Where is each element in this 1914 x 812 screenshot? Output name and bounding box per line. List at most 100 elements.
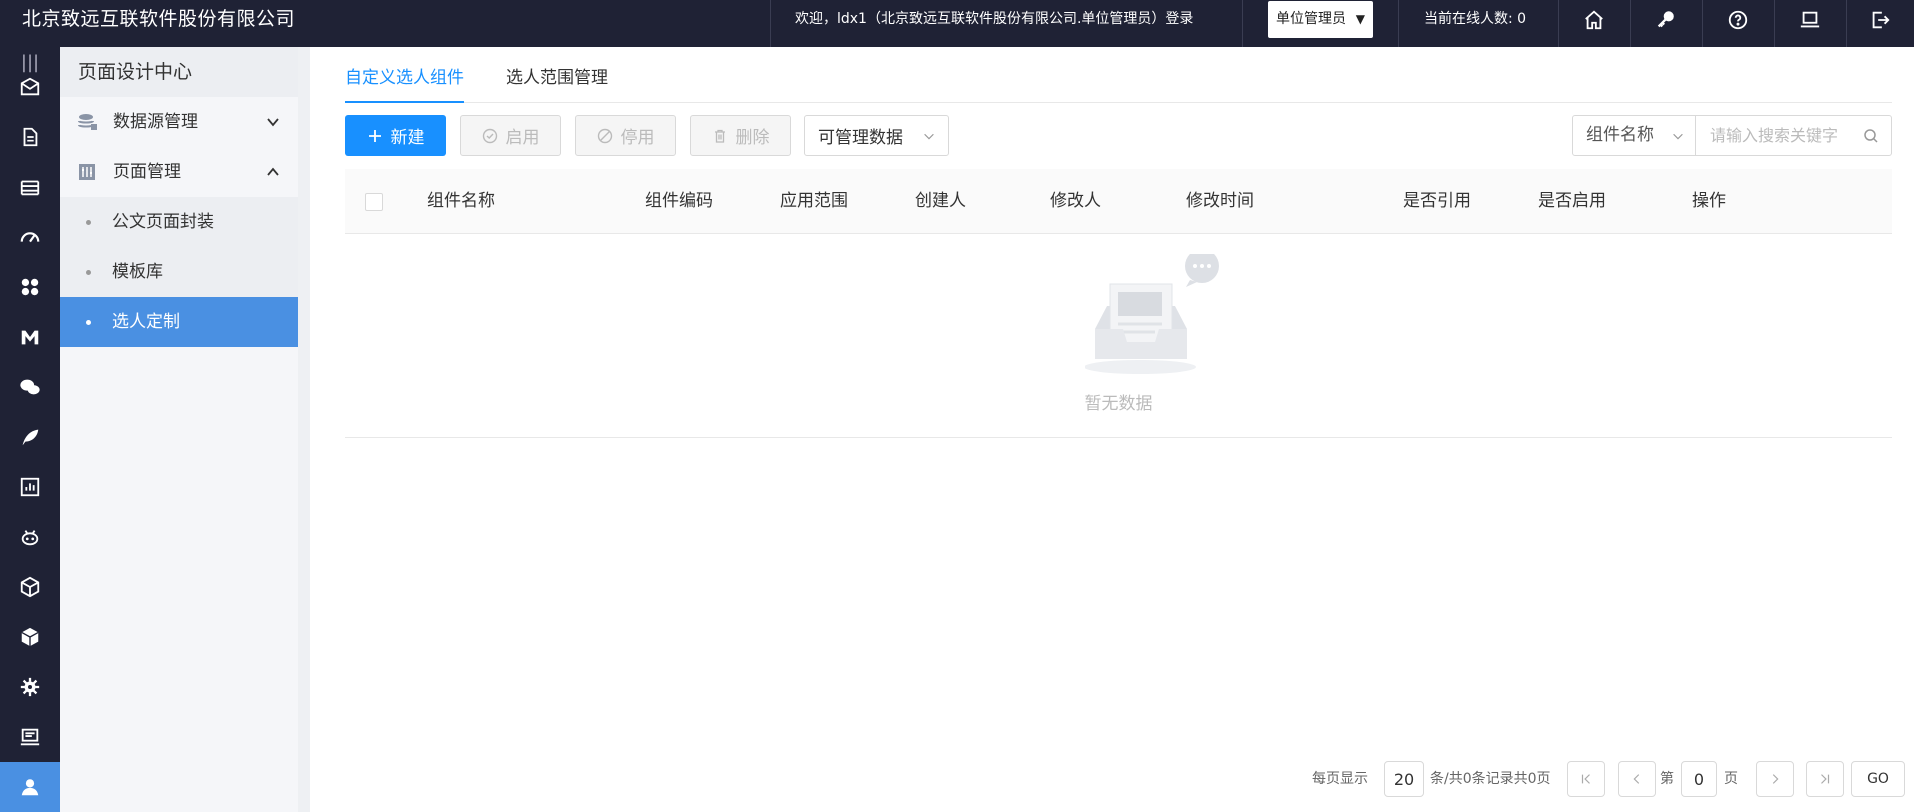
page-prefix: 第 <box>1660 771 1674 787</box>
first-page-icon <box>1581 774 1590 784</box>
enable-button-label: 启用 <box>505 128 540 148</box>
chevron-right-icon <box>1772 774 1779 784</box>
apps-icon[interactable] <box>0 262 60 312</box>
table-header: 组件名称 组件编码 应用范围 创建人 修改人 修改时间 是否引用 是否启用 操作 <box>345 169 1892 234</box>
search-icon[interactable] <box>1863 128 1879 144</box>
sidebar-item-template-library[interactable]: 模板库 <box>60 247 298 297</box>
column-header[interactable]: 应用范围 <box>780 169 848 234</box>
main-content: 自定义选人组件 选人范围管理 新建 启用 停用 删除 可管理数据 组件名称 请输… <box>322 47 1914 812</box>
column-header[interactable]: 是否引用 <box>1403 169 1471 234</box>
dashboard-icon[interactable] <box>0 212 60 262</box>
column-header[interactable]: 是否启用 <box>1538 169 1606 234</box>
brand-title: 北京致远互联软件股份有限公司 <box>22 8 296 30</box>
disable-button-label: 停用 <box>620 128 655 148</box>
cube-network-icon[interactable] <box>0 562 60 612</box>
record-summary: 条/共0条记录共0页 <box>1430 771 1551 787</box>
tab-selector-range[interactable]: 选人范围管理 <box>506 63 608 103</box>
sidebar-title: 页面设计中心 <box>60 47 298 97</box>
database-icon[interactable] <box>0 162 60 212</box>
role-select[interactable]: 单位管理员 ▼ <box>1268 1 1373 38</box>
new-button-label: 新建 <box>390 128 425 148</box>
page-layout-icon <box>79 164 95 180</box>
sidebar-group-page[interactable]: 页面管理 <box>60 147 298 197</box>
search-category-value: 组件名称 <box>1586 125 1654 145</box>
toolbar: 新建 启用 停用 删除 可管理数据 组件名称 <box>345 115 1892 156</box>
delete-button[interactable]: 删除 <box>690 115 791 156</box>
header-divider <box>1242 0 1243 47</box>
chevron-down-icon: ▼ <box>1355 12 1365 26</box>
sidebar-group-label: 数据源管理 <box>113 112 198 132</box>
select-all-checkbox[interactable] <box>365 193 383 211</box>
disable-button[interactable]: 停用 <box>575 115 676 156</box>
empty-inbox-icon <box>1085 254 1219 374</box>
empty-text: 暂无数据 <box>1084 394 1153 414</box>
sidebar-item-selector-custom[interactable]: 选人定制 <box>60 297 298 347</box>
column-header[interactable]: 创建人 <box>915 169 966 234</box>
page-input[interactable]: 0 <box>1681 761 1717 797</box>
document-icon[interactable] <box>0 112 60 162</box>
per-page-label: 每页显示 <box>1312 771 1368 787</box>
sidebar-item-label: 公文页面封装 <box>112 212 214 232</box>
check-circle-icon <box>482 128 497 143</box>
sidebar-group-datasource[interactable]: 数据源管理 <box>60 97 298 147</box>
column-header[interactable]: 组件名称 <box>427 169 495 234</box>
home-icon[interactable] <box>1559 0 1629 39</box>
go-button[interactable]: GO <box>1851 761 1905 797</box>
data-table: 组件名称 组件编码 应用范围 创建人 修改人 修改时间 是否引用 是否启用 操作 <box>345 169 1892 438</box>
plus-icon <box>368 129 381 142</box>
monitor-icon[interactable] <box>1775 0 1845 39</box>
chat-icon[interactable] <box>0 362 60 412</box>
online-count: 当前在线人数: 0 <box>1424 11 1527 27</box>
page-suffix: 页 <box>1724 771 1738 787</box>
bullet-icon <box>86 320 91 325</box>
key-icon[interactable] <box>1631 0 1701 39</box>
role-select-value: 单位管理员 <box>1276 11 1346 27</box>
first-page-button[interactable] <box>1567 761 1605 797</box>
next-page-button[interactable] <box>1756 761 1794 797</box>
chart-icon[interactable] <box>0 462 60 512</box>
column-header[interactable]: 组件编码 <box>645 169 713 234</box>
new-button[interactable]: 新建 <box>345 115 446 156</box>
search-input[interactable] <box>1696 116 1891 155</box>
column-header[interactable]: 操作 <box>1692 169 1726 234</box>
empty-state: 暂无数据 <box>345 234 1892 438</box>
sidebar-item-document-page[interactable]: 公文页面封装 <box>60 197 298 247</box>
search-category-select[interactable]: 组件名称 <box>1573 116 1696 155</box>
feather-icon[interactable] <box>0 412 60 462</box>
settings-icon[interactable] <box>0 662 60 712</box>
icon-rail: ||| <box>0 47 60 812</box>
chevron-down-icon <box>924 133 934 140</box>
column-header[interactable]: 修改人 <box>1050 169 1101 234</box>
prev-page-button[interactable] <box>1618 761 1656 797</box>
m-logo-icon[interactable] <box>0 312 60 362</box>
delete-button-label: 删除 <box>735 128 770 148</box>
welcome-text: 欢迎，ldx1（北京致远互联软件股份有限公司.单位管理员）登录 <box>795 11 1194 27</box>
top-header: 北京致远互联软件股份有限公司 欢迎，ldx1（北京致远互联软件股份有限公司.单位… <box>0 0 1914 47</box>
database-icon <box>78 114 97 130</box>
column-header[interactable]: 修改时间 <box>1186 169 1254 234</box>
chevron-left-icon <box>1633 774 1640 784</box>
last-page-button[interactable] <box>1806 761 1844 797</box>
data-scope-dropdown[interactable]: 可管理数据 <box>804 115 949 156</box>
secondary-sidebar: 页面设计中心 数据源管理 页面管理 公文页面封装 模板库 选人定制 <box>60 47 310 812</box>
cube-icon[interactable] <box>0 612 60 662</box>
user-icon[interactable] <box>0 762 60 812</box>
chevron-up-icon <box>267 167 279 176</box>
envelope-icon[interactable] <box>0 62 60 112</box>
help-icon[interactable] <box>1703 0 1773 39</box>
sidebar-item-label: 选人定制 <box>112 312 180 332</box>
data-scope-label: 可管理数据 <box>818 128 903 148</box>
header-divider <box>770 0 771 47</box>
logout-icon[interactable] <box>1846 0 1914 39</box>
enable-button[interactable]: 启用 <box>460 115 561 156</box>
search-group: 组件名称 <box>1572 115 1892 156</box>
search-input-wrapper <box>1696 116 1891 155</box>
per-page-input[interactable]: 20 <box>1384 761 1424 797</box>
laptop-icon[interactable] <box>0 712 60 762</box>
robot-icon[interactable] <box>0 512 60 562</box>
chevron-down-icon <box>267 118 279 127</box>
sidebar-item-label: 模板库 <box>112 262 163 282</box>
sidebar-group-label: 页面管理 <box>113 162 181 182</box>
tab-custom-selector[interactable]: 自定义选人组件 <box>345 63 464 103</box>
chevron-down-icon <box>1673 133 1683 140</box>
